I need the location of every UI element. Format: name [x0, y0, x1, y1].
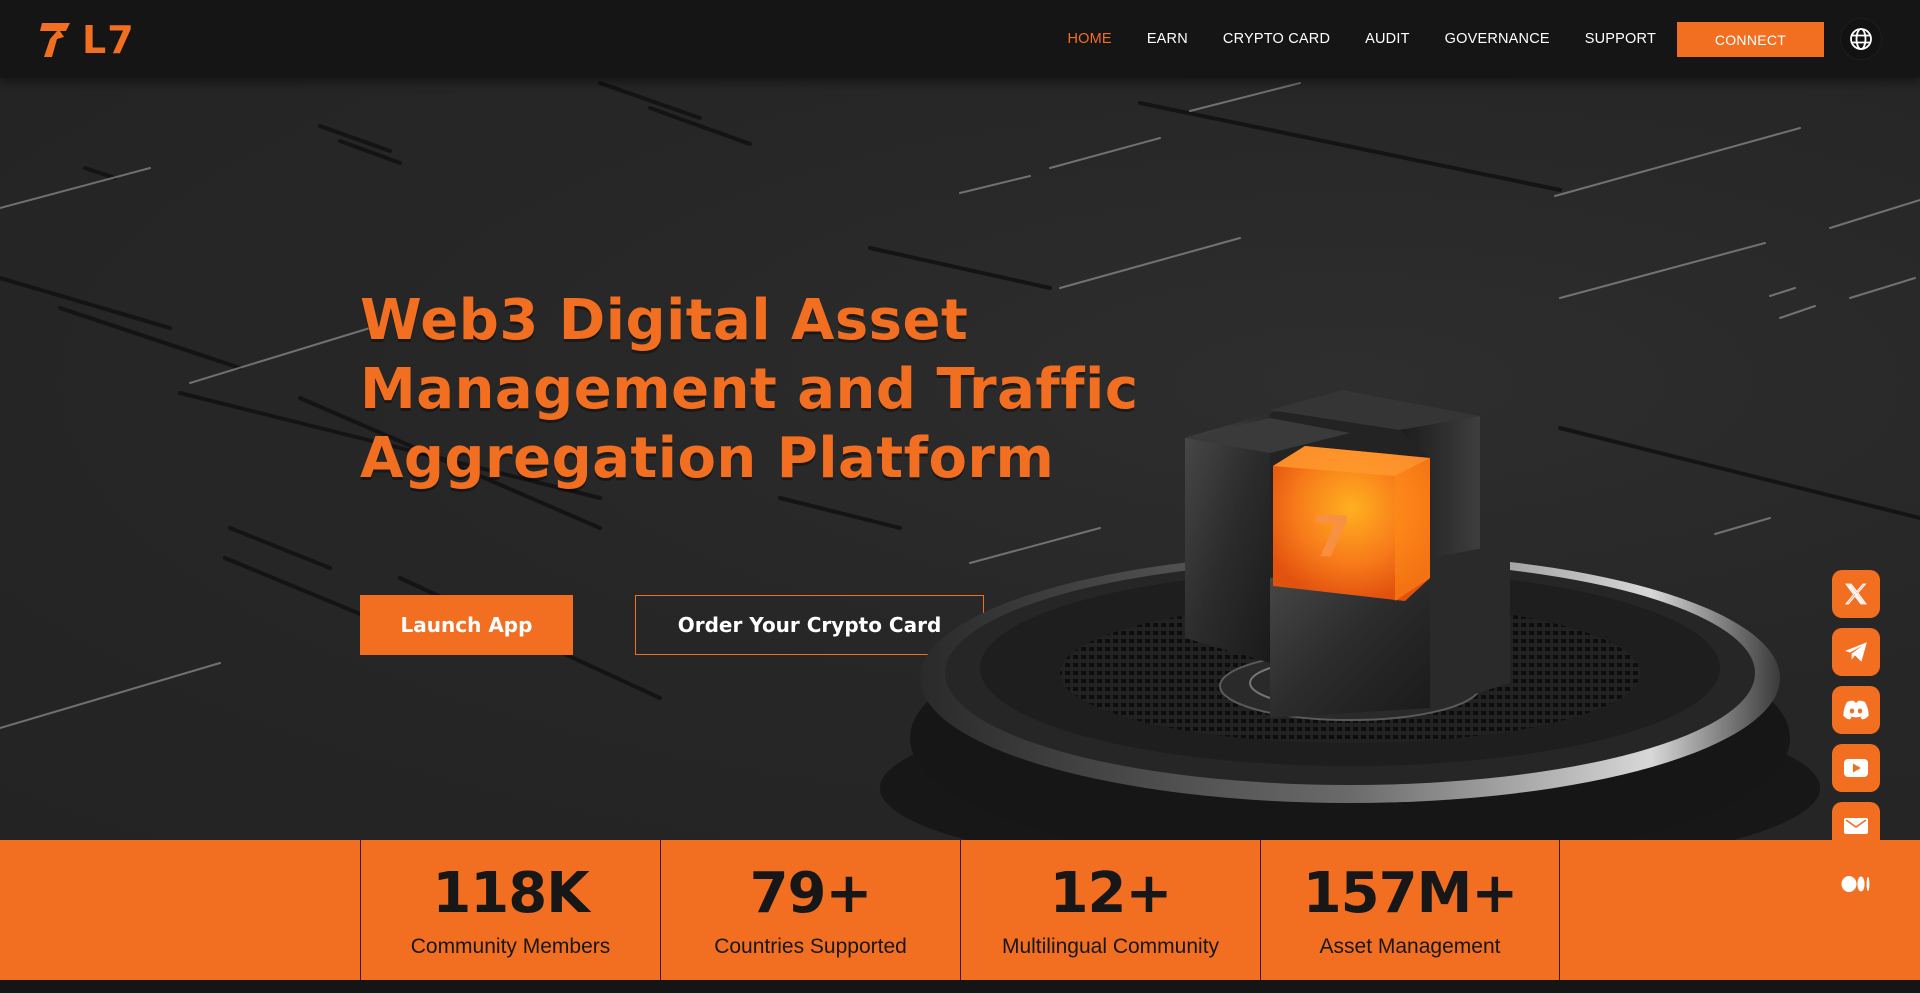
paper-plane-icon	[1845, 642, 1867, 662]
connect-button[interactable]: CONNECT	[1677, 22, 1824, 57]
launch-app-button[interactable]: Launch App	[360, 595, 573, 655]
cube-glyph: 7	[1312, 505, 1351, 570]
stat-countries-supported: 79+ Countries Supported	[660, 840, 960, 980]
nav-crypto-card[interactable]: CRYPTO CARD	[1223, 31, 1330, 47]
stat-value: 157M+	[1302, 861, 1519, 926]
logo-text: L7	[82, 18, 135, 62]
top-navbar: L7 HOME EARN CRYPTO CARD AUDIT GOVERNANC…	[0, 0, 1920, 78]
social-email-button[interactable]	[1832, 802, 1880, 850]
social-medium-button[interactable]	[1832, 860, 1880, 908]
medium-icon	[1841, 876, 1870, 892]
stat-community-members: 118K Community Members	[360, 840, 660, 980]
stat-value: 118K	[432, 861, 589, 926]
lightning-seven-icon	[40, 23, 70, 57]
stat-value: 79+	[749, 861, 873, 926]
nav-earn[interactable]: EARN	[1147, 31, 1188, 47]
play-icon	[1844, 759, 1868, 777]
social-telegram-button[interactable]	[1832, 628, 1880, 676]
envelope-icon	[1844, 818, 1868, 834]
stat-label: Asset Management	[1319, 935, 1501, 958]
stat-asset-management: 157M+ Asset Management	[1260, 840, 1560, 980]
social-discord-button[interactable]	[1832, 686, 1880, 734]
nav-support[interactable]: SUPPORT	[1585, 31, 1656, 47]
social-x-button[interactable]	[1832, 570, 1880, 618]
footer-strip	[0, 980, 1920, 993]
x-icon	[1844, 583, 1867, 605]
stat-label: Community Members	[410, 935, 611, 958]
stat-label: Multilingual Community	[1001, 935, 1220, 958]
language-button[interactable]	[1840, 18, 1882, 60]
globe-icon	[1850, 28, 1872, 50]
main-nav: HOME EARN CRYPTO CARD AUDIT GOVERNANCE S…	[1068, 0, 1657, 78]
logo[interactable]: L7	[40, 20, 135, 60]
stat-value: 12+	[1049, 861, 1173, 926]
discord-icon	[1843, 700, 1869, 720]
stats-bar: 118K Community Members 79+ Countries Sup…	[0, 840, 1920, 980]
social-youtube-button[interactable]	[1832, 744, 1880, 792]
cube-pedestal-illustration: 7	[880, 390, 1820, 840]
hero-section: Web3 Digital Asset Management and Traffi…	[0, 78, 1920, 840]
stat-label: Countries Supported	[714, 935, 907, 958]
nav-governance[interactable]: GOVERNANCE	[1445, 31, 1550, 47]
social-links	[1832, 570, 1880, 918]
stat-multilingual-community: 12+ Multilingual Community	[960, 840, 1260, 980]
nav-audit[interactable]: AUDIT	[1365, 31, 1410, 47]
nav-home[interactable]: HOME	[1068, 31, 1112, 47]
